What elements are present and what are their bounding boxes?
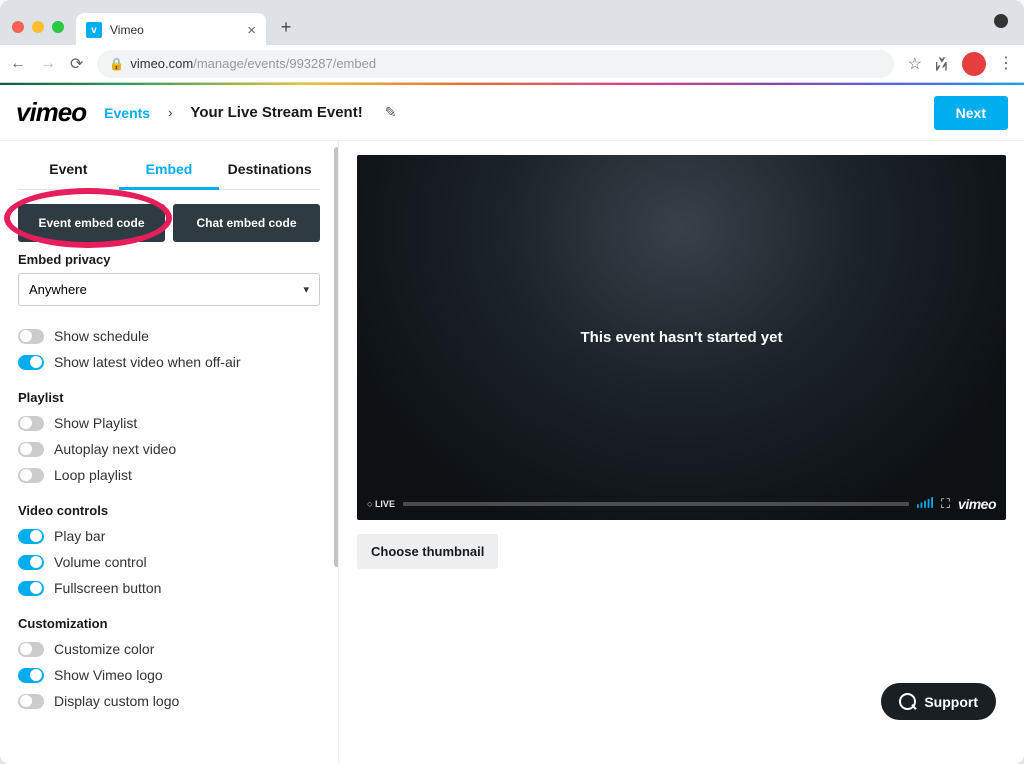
embed-privacy-select[interactable]: Anywhere ▾ — [18, 273, 320, 306]
toggle-play-bar-label: Play bar — [54, 528, 105, 544]
toggle-show-schedule: Show schedule — [18, 328, 320, 344]
toggle-show-schedule-label: Show schedule — [54, 328, 149, 344]
toggle-show-playlist: Show Playlist — [18, 415, 320, 431]
progress-bar[interactable] — [403, 502, 909, 506]
back-icon[interactable]: ← — [10, 55, 26, 73]
vimeo-watermark: vimeo — [958, 496, 996, 512]
toggle-custom-logo: Display custom logo — [18, 693, 320, 709]
preview-pane: This event hasn't started yet ○ LIVE ⛶ v… — [338, 141, 1024, 764]
tab-event[interactable]: Event — [18, 151, 119, 190]
forward-icon[interactable]: → — [40, 55, 56, 73]
toggle-volume-label: Volume control — [54, 554, 147, 570]
chat-bubble-icon — [899, 693, 916, 710]
chevron-right-icon: › — [168, 105, 172, 120]
tab-embed[interactable]: Embed — [119, 151, 220, 190]
toggle-fullscreen-switch[interactable] — [18, 581, 44, 596]
toggle-show-schedule-switch[interactable] — [18, 329, 44, 344]
toggle-show-logo-label: Show Vimeo logo — [54, 667, 163, 683]
app-header: vimeo Events › Your Live Stream Event! ✎… — [0, 85, 1024, 141]
video-player[interactable]: This event hasn't started yet ○ LIVE ⛶ v… — [357, 155, 1006, 520]
toggle-show-logo: Show Vimeo logo — [18, 667, 320, 683]
toggle-latest-offair: Show latest video when off-air — [18, 354, 320, 370]
main-content: Event Embed Destinations Event embed cod… — [0, 141, 1024, 764]
embed-privacy-value: Anywhere — [29, 282, 87, 297]
toggle-volume-switch[interactable] — [18, 555, 44, 570]
toggle-loop-playlist-switch[interactable] — [18, 468, 44, 483]
support-label: Support — [924, 694, 978, 710]
customization-header: Customization — [18, 616, 320, 631]
close-tab-icon[interactable]: × — [247, 22, 256, 39]
browser-window: v Vimeo × + ← → ⟳ 🔒 vimeo.com/manage/eve… — [0, 0, 1024, 764]
toggle-autoplay-next: Autoplay next video — [18, 441, 320, 457]
support-button[interactable]: Support — [881, 683, 996, 720]
close-window[interactable] — [12, 21, 24, 33]
vimeo-favicon: v — [86, 22, 102, 38]
extension-icon[interactable] — [934, 56, 950, 72]
toggle-autoplay-next-switch[interactable] — [18, 442, 44, 457]
toggle-show-logo-switch[interactable] — [18, 668, 44, 683]
fullscreen-icon[interactable]: ⛶ — [941, 496, 950, 512]
choose-thumbnail-button[interactable]: Choose thumbnail — [357, 534, 498, 569]
chevron-down-icon: ▾ — [303, 283, 309, 296]
tab-destinations[interactable]: Destinations — [219, 151, 320, 190]
url-domain: vimeo.com — [130, 56, 193, 71]
embed-privacy-label: Embed privacy — [18, 252, 320, 267]
toggle-volume: Volume control — [18, 554, 320, 570]
toggle-show-playlist-switch[interactable] — [18, 416, 44, 431]
event-embed-code-button[interactable]: Event embed code — [18, 204, 165, 242]
toggle-custom-color: Customize color — [18, 641, 320, 657]
embed-code-buttons: Event embed code Chat embed code — [18, 204, 320, 242]
toggle-fullscreen: Fullscreen button — [18, 580, 320, 596]
settings-sidebar: Event Embed Destinations Event embed cod… — [0, 141, 338, 764]
url-path: /manage/events/993287/embed — [193, 56, 376, 71]
toggle-latest-offair-switch[interactable] — [18, 355, 44, 370]
window-controls — [12, 21, 64, 33]
playlist-header: Playlist — [18, 390, 320, 405]
toggle-autoplay-next-label: Autoplay next video — [54, 441, 176, 457]
minimize-window[interactable] — [32, 21, 44, 33]
next-button[interactable]: Next — [934, 96, 1008, 130]
new-tab-button[interactable]: + — [272, 13, 300, 41]
toggle-loop-playlist-label: Loop playlist — [54, 467, 132, 483]
maximize-window[interactable] — [52, 21, 64, 33]
toggle-custom-color-switch[interactable] — [18, 642, 44, 657]
video-controls-header: Video controls — [18, 503, 320, 518]
toggle-fullscreen-label: Fullscreen button — [54, 580, 161, 596]
reload-icon[interactable]: ⟳ — [70, 54, 83, 74]
edit-title-icon[interactable]: ✎ — [385, 104, 397, 121]
toggle-play-bar: Play bar — [18, 528, 320, 544]
lock-icon: 🔒 — [109, 57, 124, 71]
breadcrumb-title: Your Live Stream Event! — [190, 104, 362, 121]
chrome-tabstrip: v Vimeo × + ← → ⟳ 🔒 vimeo.com/manage/eve… — [0, 0, 1024, 83]
toggle-play-bar-switch[interactable] — [18, 529, 44, 544]
address-bar[interactable]: 🔒 vimeo.com/manage/events/993287/embed — [97, 50, 893, 78]
browser-toolbar: ← → ⟳ 🔒 vimeo.com/manage/events/993287/e… — [0, 45, 1024, 83]
toggle-show-playlist-label: Show Playlist — [54, 415, 137, 431]
settings-tabs: Event Embed Destinations — [18, 151, 320, 190]
toggle-latest-offair-label: Show latest video when off-air — [54, 354, 241, 370]
window-indicator-dot — [994, 14, 1008, 28]
vimeo-logo[interactable]: vimeo — [16, 97, 86, 128]
toggle-custom-color-label: Customize color — [54, 641, 154, 657]
kebab-menu-icon[interactable]: ⋮ — [998, 56, 1014, 72]
player-message: This event hasn't started yet — [581, 329, 783, 346]
tab-title: Vimeo — [110, 23, 144, 37]
toggle-custom-logo-switch[interactable] — [18, 694, 44, 709]
breadcrumb-events-link[interactable]: Events — [104, 105, 150, 121]
chat-embed-code-button[interactable]: Chat embed code — [173, 204, 320, 242]
player-controls: ○ LIVE ⛶ vimeo — [367, 496, 996, 512]
scrollbar[interactable] — [334, 147, 338, 567]
browser-tab[interactable]: v Vimeo × — [76, 13, 266, 47]
live-indicator: ○ LIVE — [367, 499, 395, 509]
toggle-custom-logo-label: Display custom logo — [54, 693, 179, 709]
signal-bars-icon[interactable] — [917, 497, 933, 511]
bookmark-star-icon[interactable]: ☆ — [908, 54, 922, 74]
profile-avatar[interactable] — [962, 52, 986, 76]
toggle-loop-playlist: Loop playlist — [18, 467, 320, 483]
